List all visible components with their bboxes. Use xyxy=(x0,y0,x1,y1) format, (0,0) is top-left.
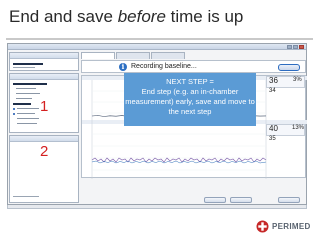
trace-lower-a xyxy=(91,157,267,163)
patient-detail-line xyxy=(13,67,35,68)
patient-panel xyxy=(9,52,79,71)
readout-top-value: 36 xyxy=(269,76,278,85)
status-bar: i Recording baseline... xyxy=(81,60,306,73)
callout-line: measurement) early, save and move to xyxy=(125,97,255,106)
close-button[interactable] xyxy=(299,45,304,49)
patient-panel-header xyxy=(10,53,78,59)
window-controls xyxy=(287,45,304,49)
callout-line: NEXT STEP = xyxy=(166,77,214,86)
app-statusbar xyxy=(7,205,307,209)
exam-row[interactable] xyxy=(13,103,31,105)
view-tabs xyxy=(81,52,185,59)
callout-line: End step (e.g. an in-chamber xyxy=(141,87,239,96)
patient-name-line xyxy=(13,63,43,65)
readout-mid-percent: 13% xyxy=(292,125,305,131)
exam-row[interactable] xyxy=(17,113,35,114)
exam-row[interactable] xyxy=(16,88,36,89)
readout-top-percent: 3% xyxy=(293,77,302,83)
title-divider xyxy=(6,38,313,40)
tab-result[interactable] xyxy=(151,52,185,59)
time-axis xyxy=(81,179,306,185)
next-step-callout: NEXT STEP = End step (e.g. an in-chamber… xyxy=(124,73,256,126)
app-titlebar xyxy=(8,44,306,50)
status-text: Recording baseline... xyxy=(131,63,197,70)
logo-text: PERIMED xyxy=(272,221,311,231)
step-dot-icon xyxy=(13,113,15,115)
bottom-action-button[interactable] xyxy=(204,197,226,203)
callout-line: the next step xyxy=(168,107,212,116)
readout-mid-value: 40 xyxy=(269,124,278,133)
exam-row[interactable] xyxy=(17,118,39,119)
exam-row[interactable] xyxy=(16,98,32,99)
readout-top-sub: 34 xyxy=(269,88,276,94)
maximize-button[interactable] xyxy=(293,45,298,49)
slide-title: End and save before time is up xyxy=(9,7,243,27)
notes-footer-line xyxy=(13,196,39,197)
exam-row[interactable] xyxy=(16,93,40,94)
step-dot-icon xyxy=(13,108,15,110)
marker-1: 1 xyxy=(40,98,49,115)
bottom-action-button[interactable] xyxy=(278,197,300,203)
readout-mid-sub: 35 xyxy=(269,136,276,142)
perimed-logo: PERIMED xyxy=(256,217,311,235)
tab-measurement[interactable] xyxy=(81,52,115,59)
slide-title-suffix: time is up xyxy=(165,7,244,26)
slide-title-emphasis: before xyxy=(117,7,166,26)
tab-graph[interactable] xyxy=(116,52,150,59)
exam-row[interactable] xyxy=(17,123,37,124)
info-icon: i xyxy=(119,63,127,71)
end-step-button[interactable] xyxy=(278,64,300,71)
trace-lower-b xyxy=(91,160,267,164)
marker-2: 2 xyxy=(40,143,49,160)
minimize-button[interactable] xyxy=(287,45,292,49)
examination-panel-header xyxy=(10,74,78,80)
perimed-logo-mark-icon xyxy=(256,220,269,232)
exam-row[interactable] xyxy=(17,108,39,109)
bottom-action-button[interactable] xyxy=(230,197,252,203)
exam-row[interactable] xyxy=(13,83,47,85)
left-sidebar xyxy=(9,52,79,204)
slide-title-prefix: End and save xyxy=(9,7,118,26)
notes-panel-header xyxy=(10,136,78,142)
